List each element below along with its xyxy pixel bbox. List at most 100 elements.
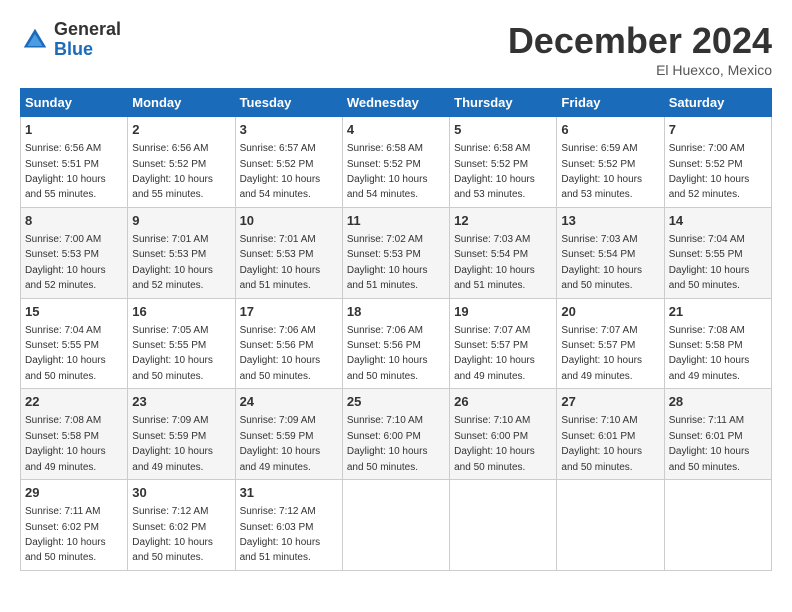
table-row bbox=[450, 480, 557, 571]
day-number: 10 bbox=[240, 212, 338, 230]
table-row: 11 Sunrise: 7:02 AMSunset: 5:53 PMDaylig… bbox=[342, 207, 449, 298]
day-number: 30 bbox=[132, 484, 230, 502]
day-number: 21 bbox=[669, 303, 767, 321]
day-number: 8 bbox=[25, 212, 123, 230]
day-info: Sunrise: 7:11 AMSunset: 6:01 PMDaylight:… bbox=[669, 415, 750, 472]
day-info: Sunrise: 6:58 AMSunset: 5:52 PMDaylight:… bbox=[347, 143, 428, 200]
day-number: 5 bbox=[454, 121, 552, 139]
day-number: 25 bbox=[347, 393, 445, 411]
day-info: Sunrise: 7:09 AMSunset: 5:59 PMDaylight:… bbox=[240, 415, 321, 472]
day-info: Sunrise: 7:05 AMSunset: 5:55 PMDaylight:… bbox=[132, 325, 213, 382]
day-info: Sunrise: 6:56 AMSunset: 5:52 PMDaylight:… bbox=[132, 143, 213, 200]
day-info: Sunrise: 7:07 AMSunset: 5:57 PMDaylight:… bbox=[454, 325, 535, 382]
day-info: Sunrise: 6:56 AMSunset: 5:51 PMDaylight:… bbox=[25, 143, 106, 200]
day-number: 23 bbox=[132, 393, 230, 411]
logo-icon bbox=[20, 25, 50, 55]
day-info: Sunrise: 7:02 AMSunset: 5:53 PMDaylight:… bbox=[347, 234, 428, 291]
day-info: Sunrise: 6:57 AMSunset: 5:52 PMDaylight:… bbox=[240, 143, 321, 200]
table-row: 12 Sunrise: 7:03 AMSunset: 5:54 PMDaylig… bbox=[450, 207, 557, 298]
col-friday: Friday bbox=[557, 89, 664, 117]
table-row bbox=[557, 480, 664, 571]
day-info: Sunrise: 7:01 AMSunset: 5:53 PMDaylight:… bbox=[132, 234, 213, 291]
day-number: 26 bbox=[454, 393, 552, 411]
day-number: 22 bbox=[25, 393, 123, 411]
day-info: Sunrise: 7:03 AMSunset: 5:54 PMDaylight:… bbox=[561, 234, 642, 291]
day-number: 9 bbox=[132, 212, 230, 230]
col-tuesday: Tuesday bbox=[235, 89, 342, 117]
day-number: 20 bbox=[561, 303, 659, 321]
logo-text: General Blue bbox=[54, 20, 121, 60]
day-info: Sunrise: 7:07 AMSunset: 5:57 PMDaylight:… bbox=[561, 325, 642, 382]
col-monday: Monday bbox=[128, 89, 235, 117]
table-row: 27 Sunrise: 7:10 AMSunset: 6:01 PMDaylig… bbox=[557, 389, 664, 480]
day-info: Sunrise: 7:03 AMSunset: 5:54 PMDaylight:… bbox=[454, 234, 535, 291]
col-wednesday: Wednesday bbox=[342, 89, 449, 117]
title-area: December 2024 El Huexco, Mexico bbox=[508, 20, 772, 78]
day-info: Sunrise: 7:10 AMSunset: 6:00 PMDaylight:… bbox=[454, 415, 535, 472]
table-row: 21 Sunrise: 7:08 AMSunset: 5:58 PMDaylig… bbox=[664, 298, 771, 389]
table-row: 15 Sunrise: 7:04 AMSunset: 5:55 PMDaylig… bbox=[21, 298, 128, 389]
day-info: Sunrise: 7:06 AMSunset: 5:56 PMDaylight:… bbox=[240, 325, 321, 382]
day-number: 28 bbox=[669, 393, 767, 411]
day-info: Sunrise: 7:09 AMSunset: 5:59 PMDaylight:… bbox=[132, 415, 213, 472]
day-info: Sunrise: 7:10 AMSunset: 6:01 PMDaylight:… bbox=[561, 415, 642, 472]
calendar-week-row: 8 Sunrise: 7:00 AMSunset: 5:53 PMDayligh… bbox=[21, 207, 772, 298]
table-row: 6 Sunrise: 6:59 AMSunset: 5:52 PMDayligh… bbox=[557, 117, 664, 208]
day-number: 13 bbox=[561, 212, 659, 230]
table-row: 3 Sunrise: 6:57 AMSunset: 5:52 PMDayligh… bbox=[235, 117, 342, 208]
calendar-week-row: 29 Sunrise: 7:11 AMSunset: 6:02 PMDaylig… bbox=[21, 480, 772, 571]
calendar: Sunday Monday Tuesday Wednesday Thursday… bbox=[20, 88, 772, 571]
table-row: 19 Sunrise: 7:07 AMSunset: 5:57 PMDaylig… bbox=[450, 298, 557, 389]
table-row: 31 Sunrise: 7:12 AMSunset: 6:03 PMDaylig… bbox=[235, 480, 342, 571]
day-info: Sunrise: 7:04 AMSunset: 5:55 PMDaylight:… bbox=[669, 234, 750, 291]
table-row: 26 Sunrise: 7:10 AMSunset: 6:00 PMDaylig… bbox=[450, 389, 557, 480]
table-row: 5 Sunrise: 6:58 AMSunset: 5:52 PMDayligh… bbox=[450, 117, 557, 208]
col-thursday: Thursday bbox=[450, 89, 557, 117]
day-info: Sunrise: 6:59 AMSunset: 5:52 PMDaylight:… bbox=[561, 143, 642, 200]
day-info: Sunrise: 7:12 AMSunset: 6:03 PMDaylight:… bbox=[240, 506, 321, 563]
day-number: 16 bbox=[132, 303, 230, 321]
table-row: 10 Sunrise: 7:01 AMSunset: 5:53 PMDaylig… bbox=[235, 207, 342, 298]
day-info: Sunrise: 7:08 AMSunset: 5:58 PMDaylight:… bbox=[25, 415, 106, 472]
table-row: 13 Sunrise: 7:03 AMSunset: 5:54 PMDaylig… bbox=[557, 207, 664, 298]
page-header: General Blue December 2024 El Huexco, Me… bbox=[20, 20, 772, 78]
day-info: Sunrise: 7:06 AMSunset: 5:56 PMDaylight:… bbox=[347, 325, 428, 382]
calendar-week-row: 22 Sunrise: 7:08 AMSunset: 5:58 PMDaylig… bbox=[21, 389, 772, 480]
logo: General Blue bbox=[20, 20, 121, 60]
table-row: 17 Sunrise: 7:06 AMSunset: 5:56 PMDaylig… bbox=[235, 298, 342, 389]
calendar-header-row: Sunday Monday Tuesday Wednesday Thursday… bbox=[21, 89, 772, 117]
day-number: 18 bbox=[347, 303, 445, 321]
col-saturday: Saturday bbox=[664, 89, 771, 117]
table-row: 29 Sunrise: 7:11 AMSunset: 6:02 PMDaylig… bbox=[21, 480, 128, 571]
day-number: 17 bbox=[240, 303, 338, 321]
day-info: Sunrise: 7:12 AMSunset: 6:02 PMDaylight:… bbox=[132, 506, 213, 563]
day-number: 31 bbox=[240, 484, 338, 502]
day-info: Sunrise: 7:01 AMSunset: 5:53 PMDaylight:… bbox=[240, 234, 321, 291]
day-number: 2 bbox=[132, 121, 230, 139]
day-info: Sunrise: 7:08 AMSunset: 5:58 PMDaylight:… bbox=[669, 325, 750, 382]
table-row: 24 Sunrise: 7:09 AMSunset: 5:59 PMDaylig… bbox=[235, 389, 342, 480]
day-number: 11 bbox=[347, 212, 445, 230]
table-row: 2 Sunrise: 6:56 AMSunset: 5:52 PMDayligh… bbox=[128, 117, 235, 208]
day-number: 6 bbox=[561, 121, 659, 139]
day-info: Sunrise: 7:10 AMSunset: 6:00 PMDaylight:… bbox=[347, 415, 428, 472]
day-number: 12 bbox=[454, 212, 552, 230]
col-sunday: Sunday bbox=[21, 89, 128, 117]
table-row: 23 Sunrise: 7:09 AMSunset: 5:59 PMDaylig… bbox=[128, 389, 235, 480]
table-row: 9 Sunrise: 7:01 AMSunset: 5:53 PMDayligh… bbox=[128, 207, 235, 298]
table-row: 28 Sunrise: 7:11 AMSunset: 6:01 PMDaylig… bbox=[664, 389, 771, 480]
table-row: 16 Sunrise: 7:05 AMSunset: 5:55 PMDaylig… bbox=[128, 298, 235, 389]
logo-general: General bbox=[54, 19, 121, 39]
table-row bbox=[664, 480, 771, 571]
table-row: 18 Sunrise: 7:06 AMSunset: 5:56 PMDaylig… bbox=[342, 298, 449, 389]
day-number: 7 bbox=[669, 121, 767, 139]
day-number: 15 bbox=[25, 303, 123, 321]
table-row: 30 Sunrise: 7:12 AMSunset: 6:02 PMDaylig… bbox=[128, 480, 235, 571]
table-row: 7 Sunrise: 7:00 AMSunset: 5:52 PMDayligh… bbox=[664, 117, 771, 208]
calendar-week-row: 1 Sunrise: 6:56 AMSunset: 5:51 PMDayligh… bbox=[21, 117, 772, 208]
day-number: 3 bbox=[240, 121, 338, 139]
location: El Huexco, Mexico bbox=[508, 62, 772, 78]
month-title: December 2024 bbox=[508, 20, 772, 62]
day-number: 1 bbox=[25, 121, 123, 139]
table-row bbox=[342, 480, 449, 571]
